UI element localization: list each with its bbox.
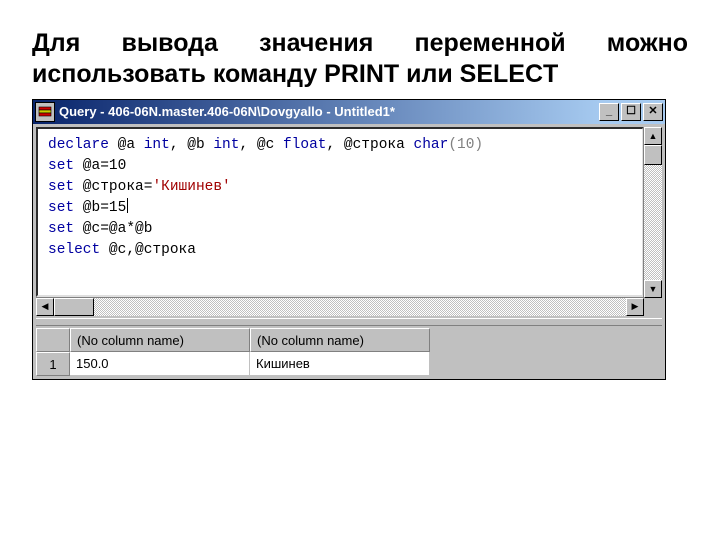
scroll-down-button[interactable]: ▼ xyxy=(644,280,662,298)
horizontal-scrollbar[interactable]: ◀ ▶ xyxy=(36,297,662,316)
grid-cell[interactable]: Кишинев xyxy=(250,352,430,376)
titlebar[interactable]: Query - 406-06N.master.406-06N\Dovgyallo… xyxy=(33,100,665,124)
row-number[interactable]: 1 xyxy=(36,352,70,376)
minimize-button[interactable]: _ xyxy=(599,103,619,121)
window-title: Query - 406-06N.master.406-06N\Dovgyallo… xyxy=(59,104,599,119)
scroll-up-button[interactable]: ▲ xyxy=(644,127,662,145)
vertical-track[interactable] xyxy=(644,165,662,280)
horizontal-track[interactable] xyxy=(94,298,626,316)
row-header-corner xyxy=(36,328,70,352)
results-grid: (No column name) (No column name) 1 150.… xyxy=(36,328,662,376)
horizontal-thumb[interactable] xyxy=(54,298,94,316)
slide-heading: Для вывода значения переменной можно исп… xyxy=(32,28,688,91)
vertical-thumb[interactable] xyxy=(644,145,662,165)
close-button[interactable]: ✕ xyxy=(643,103,663,121)
vertical-scrollbar[interactable]: ▲ ▼ xyxy=(643,127,662,298)
column-header[interactable]: (No column name) xyxy=(250,328,430,352)
pane-splitter[interactable] xyxy=(36,318,662,326)
sql-editor[interactable]: declare @a int, @b int, @c float, @строк… xyxy=(36,127,644,297)
grid-cell[interactable]: 150.0 xyxy=(70,352,250,376)
scroll-left-button[interactable]: ◀ xyxy=(36,298,54,316)
scrollbar-corner xyxy=(644,298,662,316)
text-cursor xyxy=(127,198,128,213)
column-header[interactable]: (No column name) xyxy=(70,328,250,352)
maximize-button[interactable]: ☐ xyxy=(621,103,641,121)
app-icon xyxy=(35,102,55,122)
scroll-right-button[interactable]: ▶ xyxy=(626,298,644,316)
query-window: Query - 406-06N.master.406-06N\Dovgyallo… xyxy=(32,99,666,380)
